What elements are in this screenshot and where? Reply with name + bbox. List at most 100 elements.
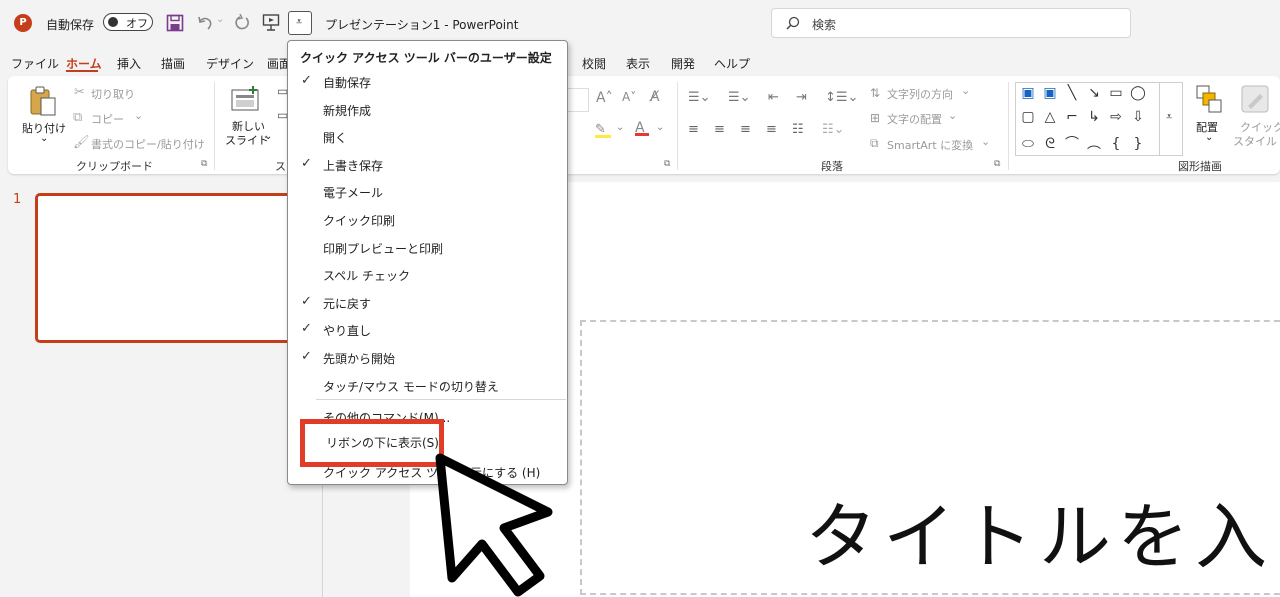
text-box-icon[interactable]: ▣ — [1017, 85, 1039, 101]
menu-item[interactable]: ✓ 自動保存 — [288, 68, 567, 95]
increase-font-icon[interactable]: A˄ — [596, 90, 613, 106]
tab-view[interactable]: 表示 — [626, 55, 650, 72]
menu-item-label: クイック印刷 — [323, 214, 396, 228]
undo-icon[interactable] — [196, 14, 214, 32]
smartart-dropdown-icon[interactable]: ⌄ — [981, 135, 990, 148]
rectangle-icon[interactable]: ▭ — [1105, 85, 1127, 101]
font-size-dropdown[interactable] — [568, 88, 589, 112]
copy-button[interactable]: コピー — [91, 111, 124, 127]
undo-dropdown-icon[interactable]: ⌄ — [216, 14, 224, 25]
flowchart-icon[interactable]: ⬭ — [1017, 136, 1039, 152]
align-left-icon[interactable]: ≡ — [688, 122, 699, 137]
rounded-rect-icon[interactable]: ▢ — [1017, 109, 1039, 125]
decrease-font-icon[interactable]: A˅ — [622, 90, 636, 104]
new-slide-label-line2[interactable]: スライド — [225, 132, 269, 148]
font-color-dropdown-icon[interactable]: ⌄ — [656, 122, 664, 133]
arc-icon[interactable]: ︵ — [1083, 133, 1105, 153]
paste-icon[interactable] — [28, 85, 58, 117]
cut-button[interactable]: 切り取り — [91, 86, 135, 102]
menu-item-show-below-ribbon[interactable]: リボンの下に表示(S) — [326, 434, 439, 451]
menu-item[interactable]: 電子メール — [288, 178, 567, 205]
arrange-dropdown-icon[interactable]: ⌄ — [1205, 132, 1213, 143]
clear-format-icon[interactable]: A̸ — [650, 89, 660, 105]
increase-indent-icon[interactable]: ⇥ — [796, 90, 807, 105]
menu-item[interactable]: ✓ やり直し — [288, 316, 567, 343]
tab-draw[interactable]: 描画 — [161, 55, 185, 72]
triangle-icon[interactable]: △ — [1039, 109, 1061, 125]
arrow-line-icon[interactable]: ↘ — [1083, 85, 1105, 101]
shapes-row: ⬭ ᘓ ⌒ ︵{} — [1017, 133, 1157, 153]
line-spacing-icon[interactable]: ↕☰⌄ — [825, 90, 858, 105]
start-from-beginning-icon[interactable] — [262, 13, 280, 31]
numbering-icon[interactable]: ☰⌄ — [728, 90, 751, 105]
shapes-more-button[interactable]: ⩡ — [1159, 82, 1184, 156]
menu-item[interactable]: 開く — [288, 123, 567, 150]
smartart-icon[interactable]: ⧉ — [870, 136, 879, 151]
vertical-text-box-icon[interactable]: ▣ — [1039, 85, 1061, 101]
font-launcher-icon[interactable]: ⧉ — [664, 159, 670, 169]
tab-developer[interactable]: 開発 — [671, 55, 695, 72]
highlight-dropdown-icon[interactable]: ⌄ — [616, 122, 624, 133]
align-right-icon[interactable]: ≡ — [740, 122, 751, 137]
menu-item[interactable]: 印刷プレビューと印刷 — [288, 234, 567, 261]
menu-item[interactable]: ✓ 先頭から開始 — [288, 344, 567, 371]
down-arrow-icon[interactable]: ⇩ — [1127, 109, 1149, 125]
align-text-icon[interactable]: ⊞ — [870, 111, 880, 125]
right-brace-icon[interactable]: } — [1127, 136, 1149, 152]
quick-access-customize-button[interactable]: ⩡ — [288, 11, 312, 35]
copy-dropdown-icon[interactable]: ⌄ — [134, 109, 143, 122]
decrease-indent-icon[interactable]: ⇤ — [768, 90, 779, 105]
left-brace-icon[interactable]: { — [1105, 136, 1127, 152]
paste-dropdown-icon[interactable]: ⌄ — [40, 133, 48, 144]
line-icon[interactable]: ╲ — [1061, 85, 1083, 101]
arrange-icon[interactable] — [1195, 84, 1223, 114]
autosave-label: 自動保存 — [46, 18, 95, 32]
menu-item[interactable]: スペル チェック — [288, 261, 567, 288]
distribute-icon[interactable]: ☷ — [792, 122, 804, 137]
smartart-button[interactable]: SmartArt に変換 — [887, 137, 973, 153]
tab-design[interactable]: デザイン — [206, 55, 254, 72]
bullets-icon[interactable]: ☰⌄ — [688, 90, 711, 105]
font-color-icon[interactable]: A — [635, 120, 649, 136]
menu-item[interactable]: 新規作成 — [288, 96, 567, 123]
redo-icon[interactable] — [232, 14, 250, 32]
justify-icon[interactable]: ≡ — [766, 122, 777, 137]
freeform-icon[interactable]: ᘓ — [1039, 136, 1061, 152]
text-direction-button[interactable]: 文字列の方向 — [887, 86, 953, 102]
right-arrow-icon[interactable]: ⇨ — [1105, 109, 1127, 125]
highlight-box: リボンの下に表示(S) — [300, 419, 444, 467]
elbow-connector-icon[interactable]: ⌐ — [1061, 109, 1083, 125]
tab-file[interactable]: ファイル — [11, 55, 59, 72]
paragraph-launcher-icon[interactable]: ⧉ — [994, 159, 1000, 169]
curve-icon[interactable]: ⌒ — [1061, 133, 1083, 153]
text-direction-dropdown-icon[interactable]: ⌄ — [961, 84, 970, 97]
new-slide-dropdown-icon[interactable]: ⌄ — [264, 131, 272, 142]
tab-review[interactable]: 校閲 — [582, 55, 606, 72]
menu-item[interactable]: ✓ 元に戻す — [288, 289, 567, 316]
elbow-arrow-icon[interactable]: ↳ — [1083, 109, 1105, 125]
menu-item[interactable]: ✓ 上書き保存 — [288, 151, 567, 178]
menu-item-label: 上書き保存 — [323, 158, 384, 173]
quick-style-label-line2[interactable]: スタイル — [1233, 133, 1277, 149]
autosave-toggle[interactable]: オフ — [103, 13, 153, 31]
align-text-button[interactable]: 文字の配置 — [887, 111, 942, 127]
oval-icon[interactable]: ◯ — [1127, 85, 1149, 101]
menu-item[interactable]: タッチ/マウス モードの切り替え — [288, 372, 567, 399]
columns-icon[interactable]: ☷⌄ — [822, 122, 845, 137]
menu-item[interactable]: クイック印刷 — [288, 206, 567, 233]
align-text-dropdown-icon[interactable]: ⌄ — [948, 109, 957, 122]
tab-help[interactable]: ヘルプ — [714, 55, 750, 72]
format-painter-button[interactable]: 書式のコピー/貼り付け — [91, 136, 205, 152]
quick-style-icon[interactable] — [1240, 84, 1270, 114]
tab-insert[interactable]: 挿入 — [117, 55, 141, 72]
pane-splitter[interactable] — [322, 485, 323, 597]
highlight-icon[interactable]: ✎ — [595, 122, 611, 138]
new-slide-icon[interactable] — [231, 86, 261, 112]
clipboard-launcher-icon[interactable]: ⧉ — [201, 159, 207, 169]
align-center-icon[interactable]: ≡ — [714, 122, 725, 137]
search-box[interactable]: 検索 — [771, 8, 1131, 38]
text-direction-icon[interactable]: ⇅ — [870, 86, 880, 100]
save-icon[interactable] — [166, 14, 184, 32]
slide-thumbnail[interactable] — [35, 193, 305, 343]
menu-separator — [316, 399, 566, 400]
